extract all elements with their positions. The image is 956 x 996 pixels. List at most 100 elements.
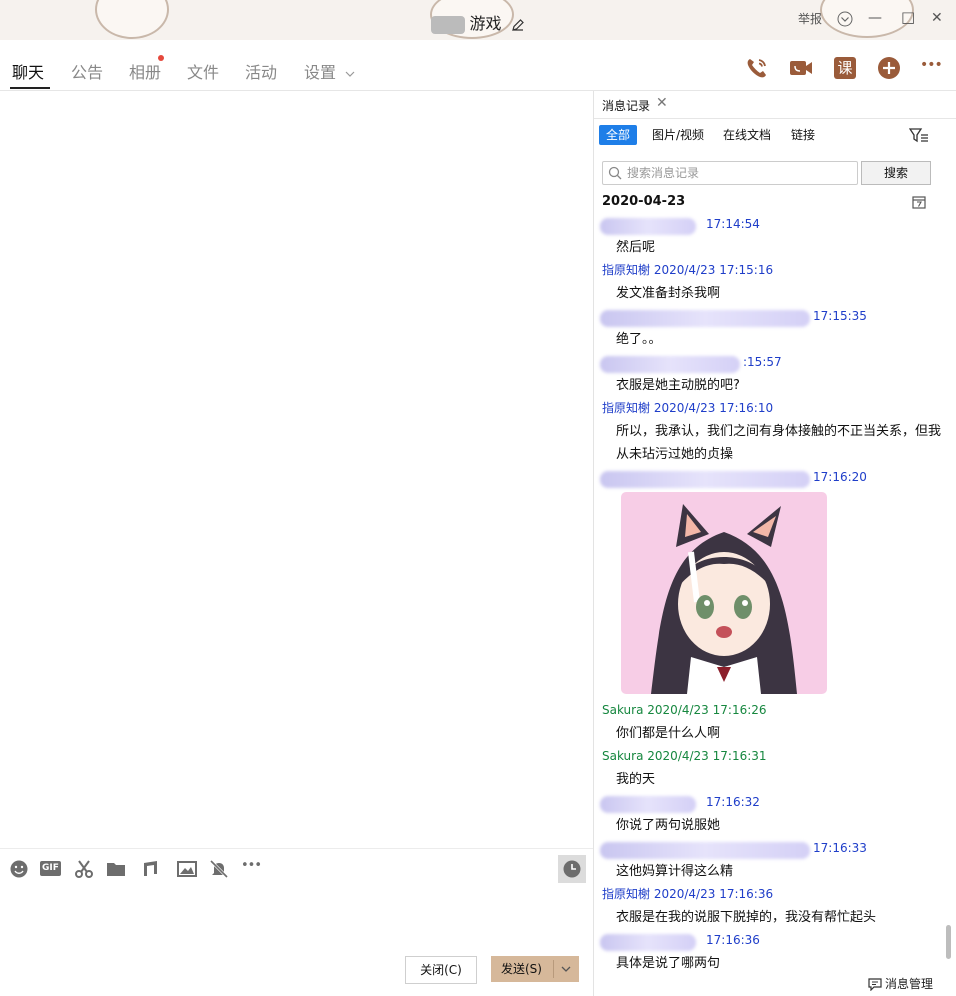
tab-activity[interactable]: 活动 <box>245 59 277 83</box>
folder-icon[interactable] <box>106 859 126 879</box>
history-tab[interactable]: 消息记录 <box>602 97 650 114</box>
message-text[interactable]: 绝了。。 <box>594 328 946 351</box>
more-icon[interactable]: ••• <box>241 858 262 878</box>
scissors-icon[interactable] <box>74 859 94 879</box>
edit-icon[interactable] <box>511 18 525 32</box>
report-link[interactable]: 举报 <box>798 10 822 27</box>
message-history-panel: 消息记录 ✕ 全部 图片/视频 在线文档 链接 搜索 2020-04-23 17… <box>594 91 956 996</box>
list-item: 17:16:20 <box>594 466 946 694</box>
message-text[interactable]: 你说了两句说服她 <box>594 814 946 837</box>
message-time: :15:57 <box>743 355 782 369</box>
message-manage-label: 消息管理 <box>885 977 934 991</box>
blurred-sender <box>600 842 810 859</box>
message-time: 2020/4/23 17:16:31 <box>647 749 767 763</box>
notification-dot <box>158 55 164 61</box>
history-clock-button[interactable] <box>558 855 586 883</box>
close-chat-button[interactable]: 关闭(C) <box>405 956 477 984</box>
mute-bell-icon[interactable] <box>209 859 229 879</box>
filter-docs[interactable]: 在线文档 <box>723 125 771 145</box>
phone-icon[interactable] <box>744 55 770 81</box>
message-sender[interactable]: 指原知榭 <box>602 401 650 415</box>
message-header: 17:15:35 <box>594 305 946 328</box>
top-tab-bar: 聊天 公告 相册 文件 活动 设置 课 ••• <box>0 40 956 91</box>
message-text[interactable]: 衣服是她主动脱的吧? <box>594 374 946 397</box>
message-text[interactable]: 具体是说了哪两句 <box>594 952 946 975</box>
message-sender[interactable]: 指原知榭 <box>602 263 650 277</box>
message-header: 指原知榭 2020/4/23 17:16:36 <box>594 883 946 906</box>
message-manage-button[interactable]: 消息管理 <box>868 975 933 992</box>
history-scrollbar[interactable] <box>946 925 951 959</box>
message-time: 2020/4/23 17:16:26 <box>647 703 767 717</box>
add-circle-icon[interactable] <box>876 55 902 81</box>
filter-icon[interactable] <box>909 128 929 144</box>
anime-girl-image <box>621 492 827 694</box>
minimize-button[interactable]: — <box>868 10 882 26</box>
chevron-down-icon <box>345 71 355 77</box>
message-image[interactable] <box>621 492 827 694</box>
image-icon[interactable] <box>177 859 197 879</box>
message-list: 17:14:54 然后呢 指原知榭 2020/4/23 17:15:16 发文准… <box>594 213 946 975</box>
maximize-button[interactable]: □ <box>901 8 915 26</box>
tab-divider <box>594 118 956 119</box>
course-icon[interactable]: 课 <box>834 57 856 79</box>
message-header: 指原知榭 2020/4/23 17:16:10 <box>594 397 946 420</box>
close-window-button[interactable]: ✕ <box>931 10 943 26</box>
search-icon <box>608 166 622 180</box>
blurred-sender <box>600 471 810 488</box>
history-search-input[interactable] <box>625 163 849 183</box>
music-icon[interactable] <box>141 859 161 879</box>
chevron-down-icon[interactable] <box>561 964 571 974</box>
message-sender[interactable]: Sakura <box>602 703 643 717</box>
message-sender[interactable]: 指原知榭 <box>602 887 650 901</box>
filter-links[interactable]: 链接 <box>791 125 815 145</box>
send-button[interactable]: 发送(S) <box>491 956 579 982</box>
blurred-sender <box>600 356 740 373</box>
filter-media[interactable]: 图片/视频 <box>652 125 704 145</box>
input-toolbar: GIF ••• <box>0 848 593 887</box>
message-header: :15:57 <box>594 351 946 374</box>
tab-settings-label: 设置 <box>304 63 337 82</box>
message-text[interactable]: 所以，我承认，我们之间有身体接触的不正当关系，但我从未玷污过她的贞操 <box>594 420 946 466</box>
message-time: 17:16:36 <box>706 933 760 947</box>
message-time: 17:16:20 <box>813 470 867 484</box>
history-search-box <box>602 161 858 185</box>
blurred-sender <box>600 934 696 951</box>
tab-album[interactable]: 相册 <box>129 59 161 83</box>
filter-all[interactable]: 全部 <box>599 125 638 145</box>
list-item: 指原知榭 2020/4/23 17:16:36 衣服是在我的说服下脱掉的，我没有… <box>594 883 946 929</box>
list-item: 17:15:35 绝了。。 <box>594 305 946 351</box>
chat-message-area[interactable] <box>0 91 593 848</box>
send-label: 发送(S) <box>501 962 542 976</box>
message-header: 17:16:32 <box>594 791 946 814</box>
message-time: 17:16:33 <box>813 841 867 855</box>
tab-files[interactable]: 文件 <box>187 59 219 83</box>
list-item: 17:16:36 具体是说了哪两句 <box>594 929 946 975</box>
message-header: Sakura 2020/4/23 17:16:31 <box>594 745 946 768</box>
blurred-sender <box>600 218 696 235</box>
video-call-icon[interactable] <box>788 55 814 81</box>
message-text[interactable]: 发文准备封杀我啊 <box>594 282 946 305</box>
tab-settings[interactable]: 设置 <box>304 59 356 83</box>
message-manage-icon <box>868 978 882 992</box>
message-text[interactable]: 我的天 <box>594 768 946 791</box>
chevron-down-icon[interactable] <box>837 11 853 27</box>
message-header: 17:16:36 <box>594 929 946 952</box>
list-item: 指原知榭 2020/4/23 17:15:16 发文准备封杀我啊 <box>594 259 946 305</box>
search-button[interactable]: 搜索 <box>861 161 931 185</box>
tab-chat[interactable]: 聊天 <box>12 59 44 83</box>
message-header: 17:16:20 <box>594 466 946 489</box>
message-text[interactable]: 衣服是在我的说服下脱掉的，我没有帮忙起头 <box>594 906 946 929</box>
message-time: 17:14:54 <box>706 217 760 231</box>
message-sender[interactable]: Sakura <box>602 749 643 763</box>
emoji-icon[interactable] <box>9 859 29 879</box>
message-time: 17:16:32 <box>706 795 760 809</box>
message-text[interactable]: 然后呢 <box>594 236 946 259</box>
list-item: :15:57 衣服是她主动脱的吧? <box>594 351 946 397</box>
close-icon[interactable]: ✕ <box>656 95 668 111</box>
tab-announcement[interactable]: 公告 <box>71 59 103 83</box>
more-icon[interactable]: ••• <box>920 57 946 83</box>
gif-icon[interactable]: GIF <box>40 861 61 876</box>
message-text[interactable]: 这他妈算计得这么精 <box>594 860 946 883</box>
message-text[interactable]: 你们都是什么人啊 <box>594 722 946 745</box>
calendar-icon[interactable] <box>912 195 926 209</box>
